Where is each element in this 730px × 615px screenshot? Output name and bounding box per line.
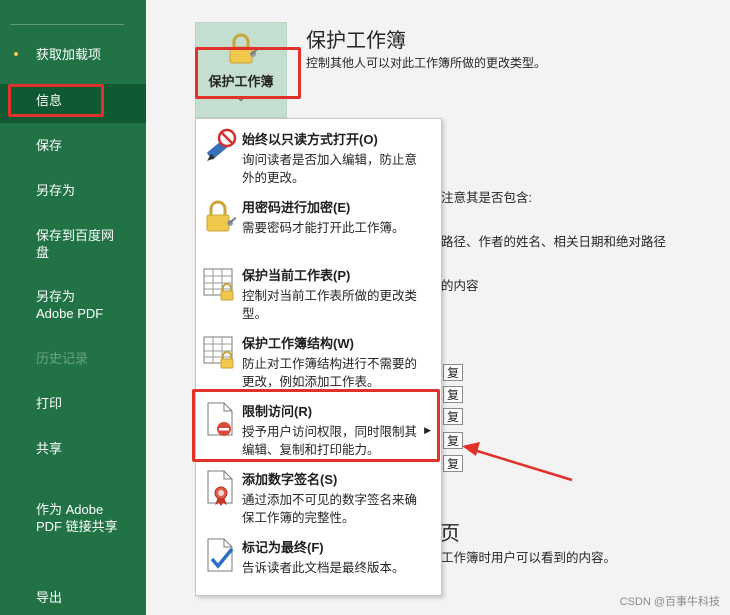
annotation-arrow-icon (462, 442, 573, 482)
watermark: CSDN @百事牛科技 (619, 596, 720, 608)
